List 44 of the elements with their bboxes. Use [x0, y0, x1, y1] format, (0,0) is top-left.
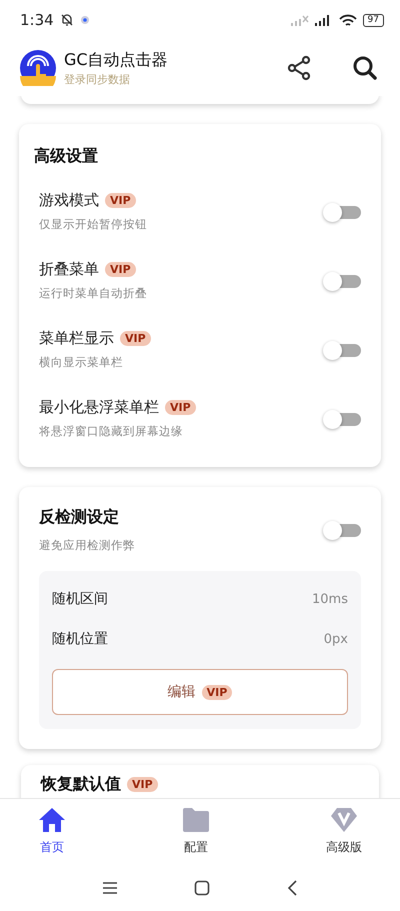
vip-badge: VIP: [127, 777, 158, 792]
toggle-switch[interactable]: [323, 519, 361, 541]
section-title: 反检测设定: [39, 507, 120, 528]
vip-badge: VIP: [105, 193, 136, 208]
setting-value: 0px: [324, 632, 348, 646]
menu-icon[interactable]: [102, 880, 118, 894]
toggle-switch[interactable]: [323, 408, 361, 430]
home-icon: [38, 807, 66, 833]
setting-label: 折叠菜单: [39, 260, 99, 279]
section-title: 高级设置: [34, 146, 99, 167]
setting-label: 游戏模式: [39, 191, 99, 210]
section-title: 恢复默认值: [41, 774, 121, 795]
signal-icon: [290, 14, 309, 26]
app-logo-icon: [20, 50, 56, 86]
setting-description: 将悬浮窗口隐藏到屏幕边缘: [39, 424, 184, 439]
folder-icon: [182, 807, 210, 833]
wifi-icon: [338, 14, 357, 26]
setting-description: 运行时菜单自动折叠: [39, 286, 147, 301]
nav-tab[interactable]: 首页: [38, 807, 66, 864]
toggle-switch[interactable]: [323, 338, 361, 360]
vip-badge: VIP: [105, 262, 136, 277]
setting-label: 最小化悬浮菜单栏: [39, 398, 159, 417]
edit-button[interactable]: 编辑 VIP: [52, 669, 348, 715]
toggle-switch[interactable]: [323, 270, 361, 292]
home-button-icon[interactable]: [194, 880, 210, 896]
setting-value: 10ms: [312, 592, 348, 606]
setting-description: 仅显示开始暂停按钮: [39, 217, 147, 232]
status-time: 1:34: [20, 11, 54, 29]
setting-description: 避免应用检测作弊: [39, 538, 135, 553]
nav-tab[interactable]: 高级版: [326, 807, 362, 864]
back-icon[interactable]: [286, 880, 298, 896]
battery-indicator: 97: [362, 14, 384, 26]
toggle-switch[interactable]: [323, 200, 361, 222]
setting-label: 随机区间: [52, 590, 108, 608]
diamond-v-icon: [330, 807, 358, 833]
vip-badge: VIP: [120, 331, 151, 346]
bell-off-icon: [60, 13, 74, 27]
app-title: GC自动点击器: [64, 50, 168, 70]
setting-description: 横向显示菜单栏: [39, 355, 124, 370]
nav-tab[interactable]: 配置: [182, 807, 210, 864]
setting-label: 菜单栏显示: [39, 329, 114, 348]
setting-label: 随机位置: [52, 630, 108, 648]
vip-badge: VIP: [165, 400, 196, 415]
app-notification-icon: [80, 15, 90, 25]
